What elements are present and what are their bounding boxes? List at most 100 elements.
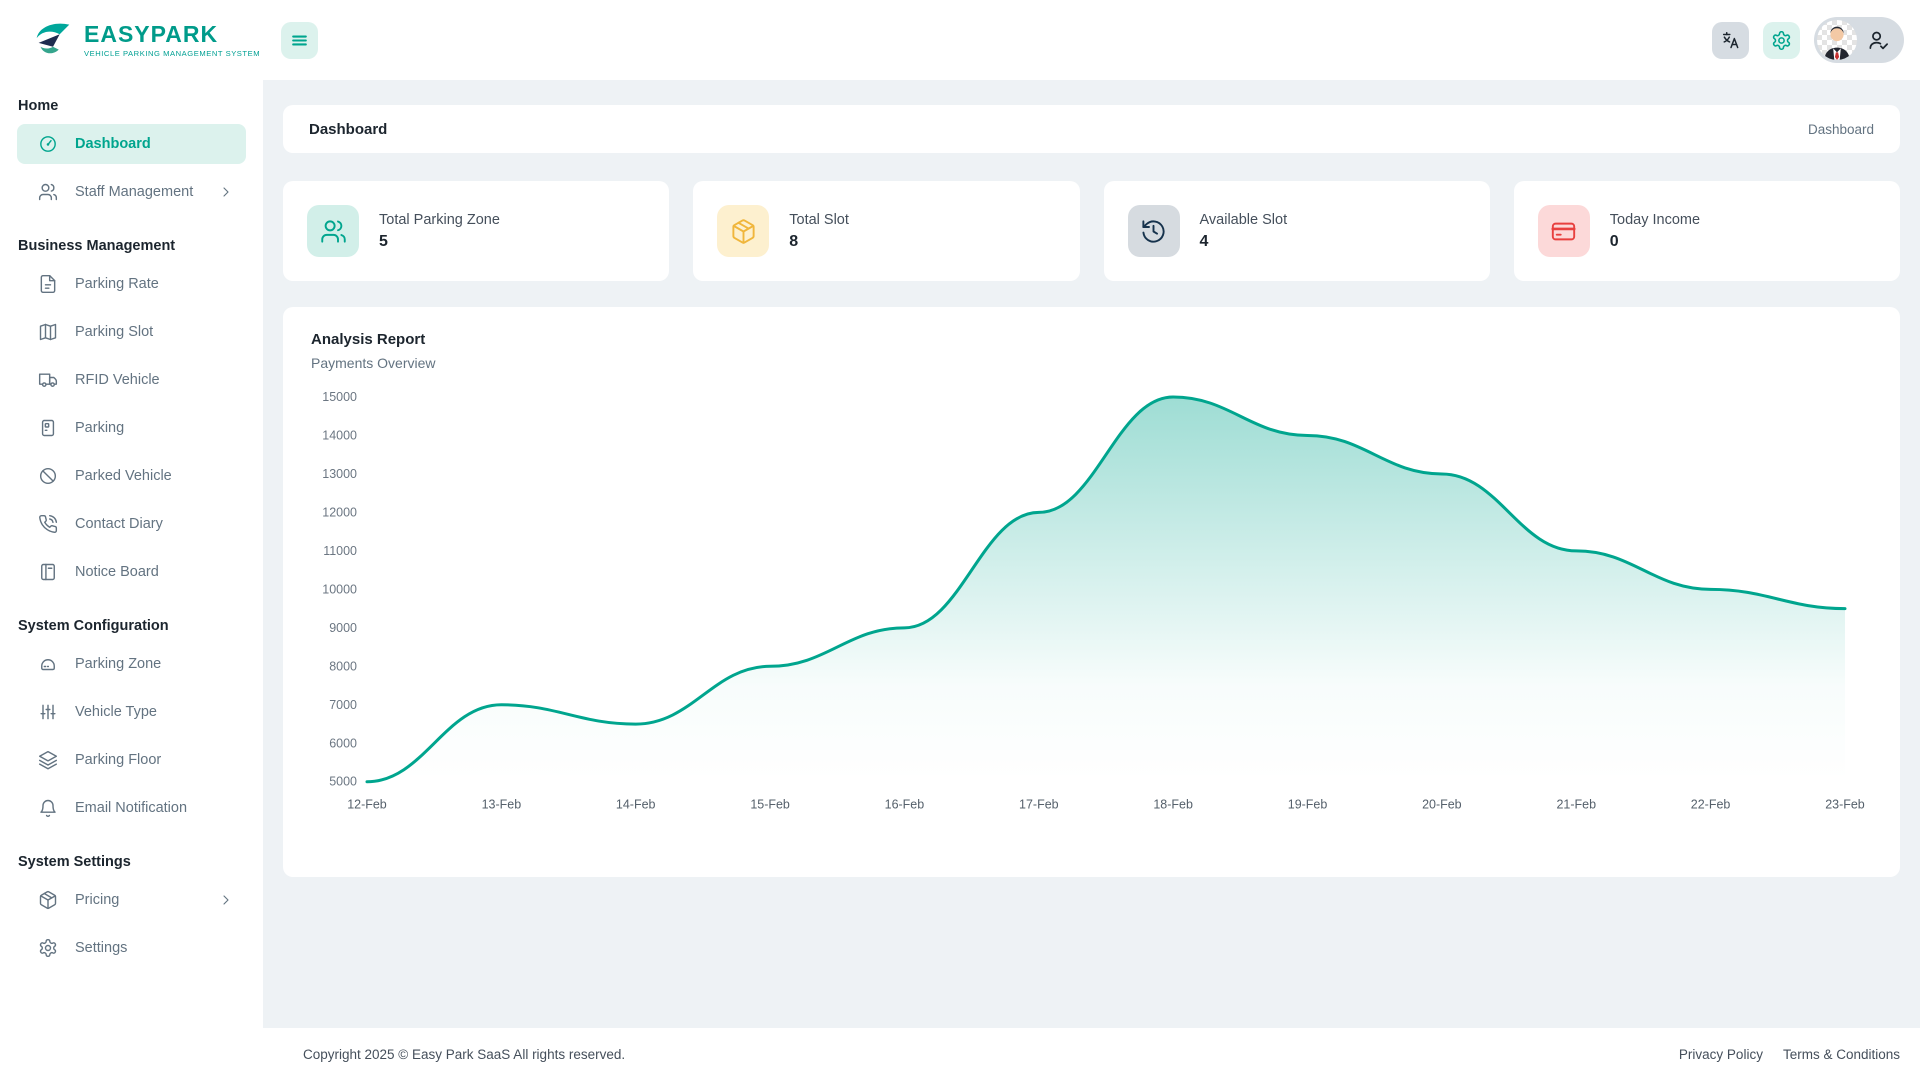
settings-button[interactable]	[1763, 21, 1800, 59]
user-check-icon	[1867, 29, 1890, 52]
svg-text:20-Feb: 20-Feb	[1422, 798, 1462, 812]
svg-text:23-Feb: 23-Feb	[1825, 798, 1865, 812]
stat-value: 5	[379, 232, 388, 250]
topbar: EASYPARK VEHICLE PARKING MANAGEMENT SYST…	[0, 0, 1920, 80]
svg-text:11000: 11000	[323, 544, 357, 558]
copyright-text: Copyright 2025 © Easy Park SaaS All righ…	[303, 1046, 626, 1062]
svg-text:17-Feb: 17-Feb	[1019, 798, 1059, 812]
svg-text:21-Feb: 21-Feb	[1556, 798, 1596, 812]
svg-text:13-Feb: 13-Feb	[482, 798, 522, 812]
sidebar-item-label: Parking Rate	[75, 276, 159, 292]
stat-label: Today Income	[1609, 211, 1701, 228]
stat-card-total-slot: Total Slot 8	[693, 181, 1080, 281]
sidebar-item-label: Staff Management	[75, 184, 194, 200]
profile-menu-button[interactable]	[1814, 17, 1904, 63]
easypark-logo-icon	[30, 17, 76, 63]
parking-meter-icon	[38, 418, 58, 438]
svg-text:8000: 8000	[329, 659, 357, 673]
svg-text:18-Feb: 18-Feb	[1153, 798, 1193, 812]
sidebar-item-label: Parking Floor	[75, 752, 162, 768]
payments-overview-chart: 5000 6000 7000 8000 9000 10000 11000 12000 13000…	[311, 385, 1872, 825]
gear-icon	[1771, 30, 1792, 51]
sidebar-section-home: Home	[18, 98, 59, 114]
sidebar-section-business-management: Business Management	[18, 238, 176, 254]
sliders-icon	[38, 702, 58, 722]
sidebar-item-parking-slot[interactable]: Parking Slot	[17, 312, 246, 352]
main-content: Dashboard Dashboard Total Parking Zone 5 T…	[263, 80, 1920, 1028]
sidebar-item-label: Dashboard	[75, 136, 151, 152]
translate-button[interactable]	[1712, 21, 1749, 59]
sidebar-item-dashboard[interactable]: Dashboard	[17, 124, 246, 164]
sidebar-item-label: Vehicle Type	[75, 704, 157, 720]
sidebar-item-vehicle-type[interactable]: Vehicle Type	[17, 692, 246, 732]
sidebar-toggle-button[interactable]	[281, 21, 318, 59]
page-header: Dashboard Dashboard	[283, 105, 1900, 153]
sidebar-item-pricing[interactable]: Pricing	[17, 880, 246, 920]
stat-value: 0	[1609, 232, 1619, 250]
svg-text:6000: 6000	[329, 736, 357, 750]
stat-card-available-slot: Available Slot 4	[1103, 181, 1490, 281]
credit-card-icon	[1537, 205, 1590, 257]
sidebar-item-staff-management[interactable]: Staff Management	[17, 172, 246, 212]
sidebar-item-label: Settings	[75, 940, 128, 956]
phone-call-icon	[38, 514, 58, 534]
bell-icon	[38, 798, 58, 818]
stats-row: Total Parking Zone 5 Total Slot 8 Available …	[283, 181, 1900, 281]
chart-title: Analysis Report	[311, 331, 426, 348]
footer-link-privacy-policy[interactable]: Privacy Policy	[1679, 1047, 1763, 1062]
menu-icon	[290, 31, 309, 50]
sidebar-item-label: Notice Board	[75, 564, 159, 580]
sidebar-item-email-notification[interactable]: Email Notification	[17, 788, 246, 828]
ban-icon	[38, 466, 58, 486]
footer: Copyright 2025 © Easy Park SaaS All righ…	[0, 1028, 1920, 1080]
package-icon	[38, 890, 58, 910]
map-icon	[38, 322, 58, 342]
avatar	[1817, 20, 1857, 60]
sidebar-item-parking-zone[interactable]: Parking Zone	[17, 644, 246, 684]
sidebar-item-label: RFID Vehicle	[75, 372, 160, 388]
svg-text:14-Feb: 14-Feb	[616, 798, 656, 812]
sidebar: Home Dashboard Staff Management Business Ma…	[0, 80, 263, 1080]
breadcrumb[interactable]: Dashboard	[1808, 122, 1874, 137]
sidebar-item-label: Parking Zone	[75, 656, 162, 672]
svg-text:13000: 13000	[322, 467, 357, 481]
svg-text:7000: 7000	[329, 698, 357, 712]
stat-label: Total Parking Zone	[379, 211, 500, 228]
car-zone-icon	[38, 654, 58, 674]
sidebar-item-contact-diary[interactable]: Contact Diary	[17, 504, 246, 544]
footer-link-terms-conditions[interactable]: Terms & Conditions	[1783, 1047, 1900, 1062]
svg-text:22-Feb: 22-Feb	[1691, 798, 1731, 812]
truck-icon	[38, 370, 58, 390]
sidebar-item-settings[interactable]: Settings	[17, 928, 246, 968]
svg-text:5000: 5000	[329, 775, 357, 789]
sidebar-item-rfid-vehicle[interactable]: RFID Vehicle	[17, 360, 246, 400]
chevron-right-icon	[218, 184, 234, 200]
sidebar-item-parking[interactable]: Parking	[17, 408, 246, 448]
notice-board-icon	[38, 562, 58, 582]
sidebar-item-label: Contact Diary	[75, 516, 163, 532]
footer-links: Privacy Policy Terms & Conditions	[1679, 1047, 1900, 1062]
svg-text:9000: 9000	[329, 621, 357, 635]
chart-subtitle: Payments Overview	[311, 355, 436, 371]
sidebar-item-parked-vehicle[interactable]: Parked Vehicle	[17, 456, 246, 496]
chevron-right-icon	[218, 892, 234, 908]
sidebar-section-system-settings: System Settings	[18, 854, 131, 870]
svg-text:15-Feb: 15-Feb	[750, 798, 790, 812]
brand-logo[interactable]: EASYPARK VEHICLE PARKING MANAGEMENT SYST…	[0, 17, 263, 63]
area-chart-svg: 5000 6000 7000 8000 9000 10000 11000 12000 13000…	[322, 390, 1865, 812]
gauge-icon	[38, 134, 58, 154]
sidebar-item-parking-rate[interactable]: Parking Rate	[17, 264, 246, 304]
stat-label: Available Slot	[1199, 211, 1288, 228]
sidebar-item-label: Parked Vehicle	[75, 468, 172, 484]
svg-text:16-Feb: 16-Feb	[885, 798, 925, 812]
sidebar-item-notice-board[interactable]: Notice Board	[17, 552, 246, 592]
translate-icon	[1720, 30, 1741, 51]
sidebar-section-system-configuration: System Configuration	[18, 618, 169, 634]
package-icon	[717, 205, 770, 257]
settings-icon	[38, 938, 58, 958]
layers-icon	[38, 750, 58, 770]
svg-text:15000: 15000	[322, 390, 357, 404]
stat-label: Total Slot	[789, 211, 849, 228]
sidebar-item-parking-floor[interactable]: Parking Floor	[17, 740, 246, 780]
sidebar-item-label: Parking Slot	[75, 324, 154, 340]
